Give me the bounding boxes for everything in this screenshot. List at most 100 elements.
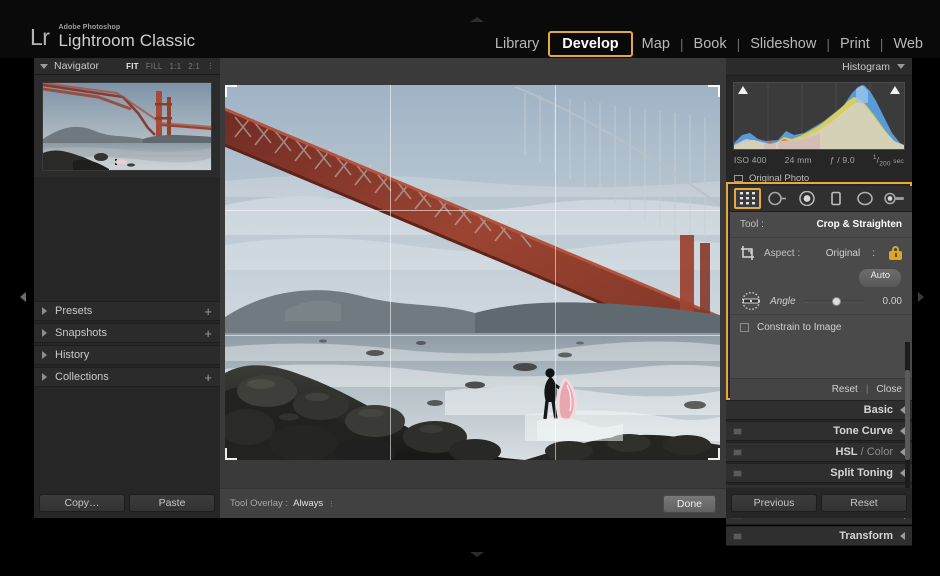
zoom-level-2-1[interactable]: 2:1: [188, 62, 200, 71]
previous-button[interactable]: Previous: [731, 494, 817, 512]
tool-overlay-dropdown-icon[interactable]: ⋮: [328, 500, 335, 508]
chevron-collapse-icon[interactable]: [900, 532, 905, 540]
top-panel-collapse-arrow-icon[interactable]: [470, 17, 484, 22]
left-panel: Navigator FIT FILL 1:1 2:1 ⋮: [34, 58, 220, 518]
crop-close-button[interactable]: Close: [876, 384, 902, 395]
panel-section-hsl-color[interactable]: HSL / Color: [726, 442, 912, 462]
exif-iso: ISO 400: [734, 155, 767, 165]
adjustment-brush-tool-icon[interactable]: [882, 188, 908, 209]
right-panel-footer: Previous Reset: [726, 488, 912, 518]
crop-aspect-value[interactable]: Original: [826, 248, 860, 259]
crop-grid-glyph: [739, 191, 756, 206]
section-enable-switch[interactable]: [733, 428, 742, 435]
auto-straighten-button[interactable]: Auto: [858, 268, 902, 288]
sidebar-item-label: Collections: [55, 371, 109, 383]
bottom-panel-collapse-arrow-icon[interactable]: [470, 552, 484, 557]
aspect-lock-icon[interactable]: [889, 246, 902, 260]
paste-settings-button[interactable]: Paste: [129, 494, 215, 512]
navigator-thumbnail-image: [43, 83, 212, 171]
left-panel-collapse-arrow-icon[interactable]: [20, 292, 26, 302]
scrollbar-thumb[interactable]: [905, 370, 910, 460]
image-toolbar: Tool Overlay : Always ⋮ Done: [220, 488, 726, 518]
crop-aspect-label: Aspect :: [764, 248, 800, 259]
section-label: HSL / Color: [836, 446, 893, 458]
section-label: Transform: [839, 530, 893, 542]
slider-handle[interactable]: [832, 297, 841, 306]
navigator-preview-area: [34, 75, 220, 177]
chevron-down-icon[interactable]: [897, 64, 905, 69]
add-preset-icon[interactable]: +: [204, 305, 212, 318]
histogram-header[interactable]: Histogram: [726, 58, 912, 76]
zoom-level-1-1[interactable]: 1:1: [170, 62, 182, 71]
left-panel-footer: Copy… Paste: [34, 488, 220, 518]
chevron-right-icon: [42, 329, 47, 337]
panel-section-transform[interactable]: Transform: [726, 526, 912, 546]
section-label: Split Toning: [830, 467, 893, 479]
sidebar-item-snapshots[interactable]: Snapshots +: [34, 323, 220, 343]
exif-shutter-speed: 1/200 sec: [873, 154, 904, 168]
panel-section-basic[interactable]: Basic: [726, 400, 912, 420]
sidebar-item-collections[interactable]: Collections +: [34, 367, 220, 387]
original-photo-icon: [734, 175, 743, 182]
navigator-spacer: [34, 177, 220, 301]
tool-overlay-value[interactable]: Always: [293, 498, 323, 509]
sidebar-item-presets[interactable]: Presets +: [34, 301, 220, 321]
crop-tool-highlight-region: Tool : Crop & Straighten Aspect : Origin…: [726, 182, 912, 400]
exif-focal-length: 24 mm: [785, 155, 812, 165]
logo-product-name: Lightroom Classic: [58, 32, 195, 49]
radial-filter-tool-icon[interactable]: [852, 188, 878, 209]
constrain-to-image-checkbox[interactable]: [740, 323, 749, 332]
crop-overlay-tool-icon[interactable]: [734, 188, 761, 209]
highlight-clipping-indicator-icon[interactable]: [890, 86, 900, 94]
module-develop[interactable]: Develop: [548, 31, 632, 57]
module-print[interactable]: Print: [831, 32, 879, 56]
crop-aspect-dropdown-icon[interactable]: :: [872, 248, 875, 259]
panel-section-tone-curve[interactable]: Tone Curve: [726, 421, 912, 441]
zoom-level-fill[interactable]: FILL: [146, 62, 163, 71]
crop-tool-row: Tool : Crop & Straighten: [730, 212, 912, 238]
add-collection-icon[interactable]: +: [204, 371, 212, 384]
red-eye-correction-tool-icon[interactable]: [793, 188, 819, 209]
navigator-thumbnail[interactable]: [42, 82, 212, 171]
zoom-level-fit[interactable]: FIT: [126, 62, 139, 71]
section-enable-switch[interactable]: [733, 533, 742, 540]
crop-reset-button[interactable]: Reset: [832, 384, 858, 395]
logo-superbrand: Adobe Photoshop: [58, 24, 195, 31]
constrain-to-image-row[interactable]: Constrain to Image: [730, 314, 912, 340]
module-library[interactable]: Library: [486, 32, 548, 56]
section-enable-switch[interactable]: [733, 470, 742, 477]
footer-divider: |: [866, 384, 869, 395]
spot-removal-tool-icon[interactable]: [764, 188, 790, 209]
photo-with-crop-overlay[interactable]: [225, 85, 720, 460]
module-book[interactable]: Book: [685, 32, 736, 56]
chevron-down-icon[interactable]: [40, 64, 48, 69]
panel-section-split-toning[interactable]: Split Toning: [726, 463, 912, 483]
crop-angle-value[interactable]: 0.00: [872, 296, 902, 307]
crop-angle-label: Angle: [770, 296, 796, 307]
section-enable-switch[interactable]: [733, 449, 742, 456]
zoom-menu-icon[interactable]: ⋮: [207, 62, 214, 70]
right-panel-collapse-arrow-icon[interactable]: [918, 292, 924, 302]
shadow-clipping-indicator-icon[interactable]: [738, 86, 748, 94]
chevron-right-icon: [42, 307, 47, 315]
reset-button[interactable]: Reset: [821, 494, 907, 512]
module-web[interactable]: Web: [884, 32, 932, 56]
module-map[interactable]: Map: [633, 32, 679, 56]
module-slideshow[interactable]: Slideshow: [741, 32, 825, 56]
right-panel-scrollbar[interactable]: [905, 342, 910, 488]
red-eye-glyph: [798, 191, 816, 206]
graduated-filter-tool-icon[interactable]: [823, 188, 849, 209]
adjustment-brush-glyph: [884, 191, 906, 206]
histogram-curve: [734, 83, 904, 149]
chevron-right-icon: [42, 351, 47, 359]
crop-angle-slider[interactable]: [804, 295, 864, 307]
done-button[interactable]: Done: [663, 495, 716, 513]
add-snapshot-icon[interactable]: +: [204, 327, 212, 340]
histogram-graph[interactable]: [733, 82, 905, 150]
navigator-title: Navigator: [54, 60, 99, 72]
histogram-title: Histogram: [842, 61, 890, 73]
copy-settings-button[interactable]: Copy…: [39, 494, 125, 512]
logo-mark: Lr: [30, 26, 49, 49]
navigator-header[interactable]: Navigator FIT FILL 1:1 2:1 ⋮: [34, 58, 220, 75]
sidebar-item-history[interactable]: History: [34, 345, 220, 365]
